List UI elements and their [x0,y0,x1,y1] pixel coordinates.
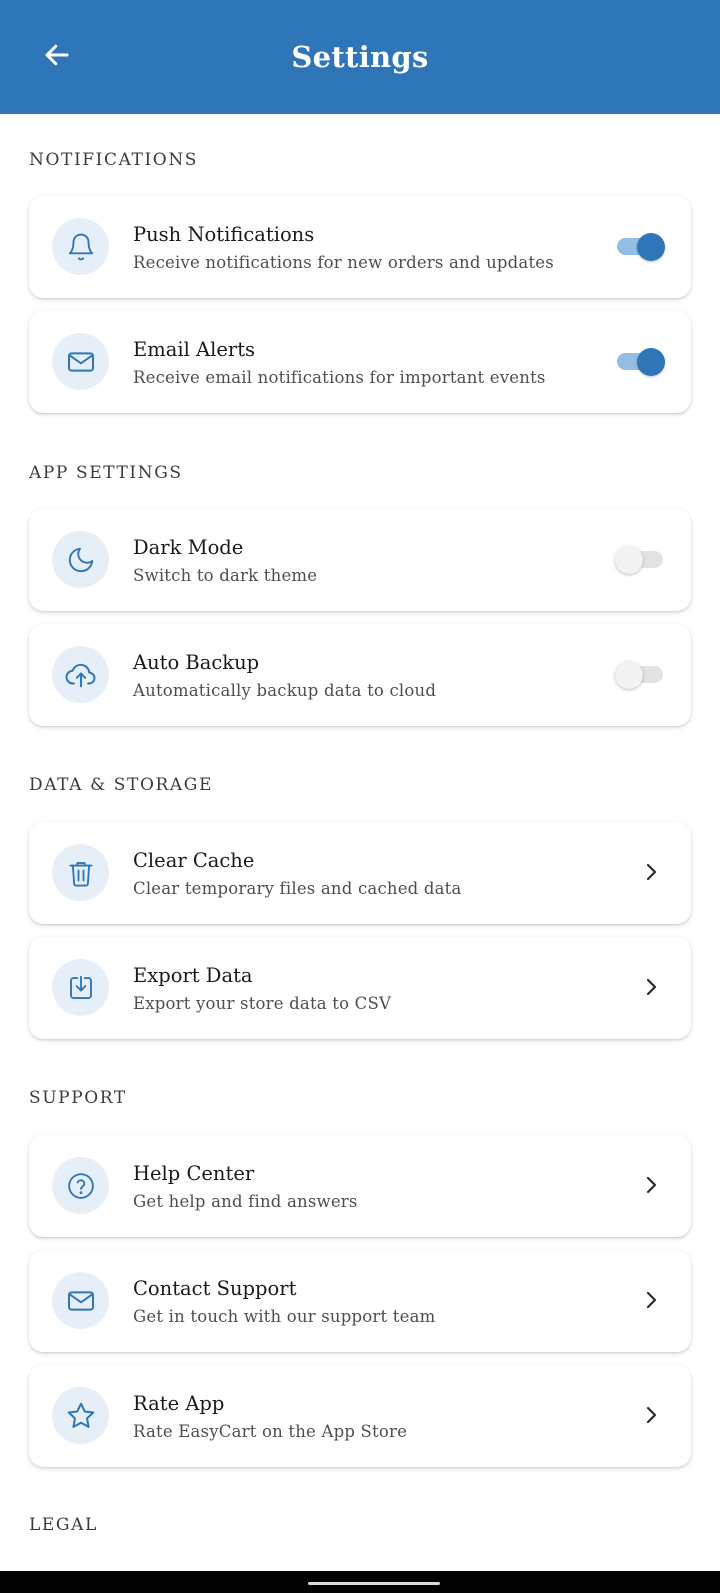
section-header-legal: LEGAL [29,1515,98,1535]
settings-item-email-alerts[interactable]: Email Alerts Receive email notifications… [29,311,691,413]
icon-badge [52,218,109,275]
chevron-right-icon [646,1291,657,1309]
push-notifications-toggle[interactable] [617,233,665,261]
item-subtitle: Clear temporary files and cached data [133,879,462,898]
page-title: Settings [291,40,429,74]
settings-item-auto-backup[interactable]: Auto Backup Automatically backup data to… [29,624,691,726]
chevron-right-icon [646,1406,657,1424]
icon-badge [52,646,109,703]
toggle-thumb [615,661,643,689]
icon-badge [52,531,109,588]
section-header-support: SUPPORT [29,1088,127,1108]
chevron-right-icon [646,1176,657,1194]
item-subtitle: Get help and find answers [133,1192,358,1211]
settings-item-help-center[interactable]: Help Center Get help and find answers [29,1135,691,1237]
item-title: Rate App [133,1392,225,1415]
icon-badge [52,1157,109,1214]
settings-item-dark-mode[interactable]: Dark Mode Switch to dark theme [29,509,691,611]
chevron-right-icon [646,978,657,996]
chevron-right-icon [646,863,657,881]
download-icon [69,975,92,999]
help-circle-icon [67,1172,94,1199]
trash-icon [68,861,93,886]
settings-item-rate-app[interactable]: Rate App Rate EasyCart on the App Store [29,1365,691,1467]
icon-badge [52,333,109,390]
settings-item-export-data[interactable]: Export Data Export your store data to CS… [29,937,691,1039]
toggle-thumb [615,546,643,574]
cloud-upload-icon [65,663,95,687]
item-title: Contact Support [133,1277,297,1300]
icon-badge [52,1387,109,1444]
item-title: Help Center [133,1162,255,1185]
home-indicator[interactable] [308,1582,440,1585]
icon-badge [52,1272,109,1329]
item-subtitle: Export your store data to CSV [133,994,392,1013]
icon-badge [52,959,109,1016]
item-subtitle: Rate EasyCart on the App Store [133,1422,408,1441]
star-icon [67,1402,94,1428]
arrow-left-icon [45,44,69,66]
item-subtitle: Receive notifications for new orders and… [133,253,554,272]
item-subtitle: Get in touch with our support team [133,1307,436,1326]
item-title: Push Notifications [133,223,315,246]
item-title: Email Alerts [133,338,256,361]
item-subtitle: Switch to dark theme [133,566,318,585]
email-alerts-toggle[interactable] [617,348,665,376]
settings-item-clear-cache[interactable]: Clear Cache Clear temporary files and ca… [29,822,691,924]
app-bar: Settings [0,0,720,114]
toggle-thumb [637,233,665,261]
back-button[interactable] [40,38,74,72]
auto-backup-toggle[interactable] [615,661,663,689]
item-title: Export Data [133,964,253,987]
mail-icon [67,351,94,372]
toggle-thumb [637,348,665,376]
section-header-data-storage: DATA & STORAGE [29,775,213,795]
dark-mode-toggle[interactable] [615,546,663,574]
item-subtitle: Automatically backup data to cloud [133,681,437,700]
item-title: Dark Mode [133,536,244,559]
section-header-notifications: NOTIFICATIONS [29,150,199,170]
settings-item-contact-support[interactable]: Contact Support Get in touch with our su… [29,1250,691,1352]
icon-badge [52,844,109,901]
section-header-app-settings: APP SETTINGS [29,463,183,483]
item-title: Clear Cache [133,849,255,872]
moon-icon [68,547,93,572]
system-nav-bar [0,1571,720,1593]
mail-icon [67,1290,94,1311]
item-subtitle: Receive email notifications for importan… [133,368,546,387]
bell-icon [68,233,93,260]
settings-item-push-notifications[interactable]: Push Notifications Receive notifications… [29,196,691,298]
item-title: Auto Backup [133,651,260,674]
